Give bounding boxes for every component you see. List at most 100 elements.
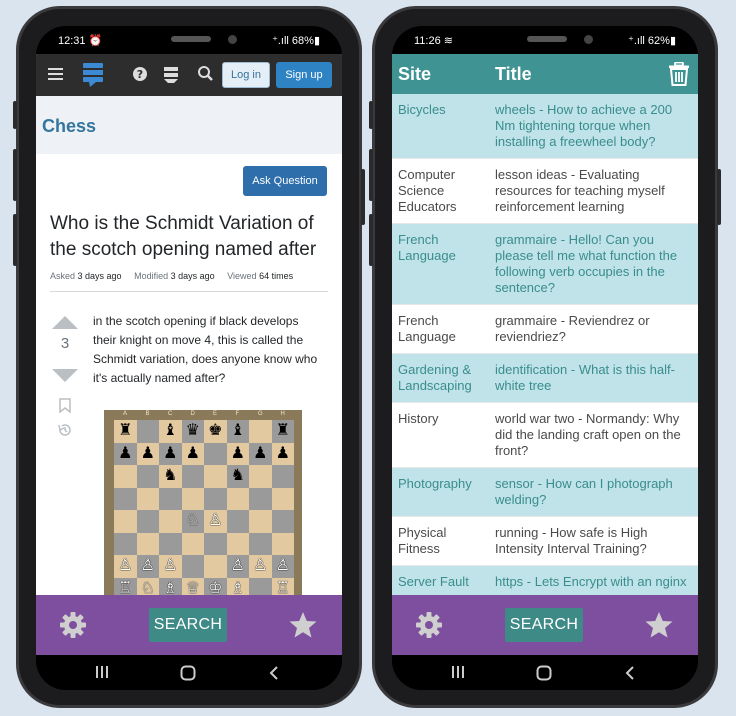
row-site: Physical Fitness — [398, 525, 447, 556]
white-piece: ♙ — [163, 557, 178, 574]
board-square — [204, 487, 227, 510]
board-square — [114, 510, 137, 533]
gear-icon[interactable] — [58, 610, 88, 645]
black-piece: ♚ — [208, 422, 223, 439]
board-square: ♗ — [159, 577, 182, 596]
table-row[interactable]: History world war two - Normandy: Why did… — [392, 403, 698, 468]
table-row[interactable]: Physical Fitness running - How safe is Hi… — [392, 517, 698, 566]
board-square: ♟ — [181, 442, 204, 465]
white-piece: ♖ — [118, 579, 133, 596]
white-piece: ♗ — [163, 579, 178, 596]
phone-power-button — [361, 169, 365, 225]
ask-question-button[interactable]: Ask Question — [243, 166, 327, 196]
board-square — [114, 465, 137, 488]
black-piece: ♝ — [163, 422, 178, 439]
row-site: Photography — [398, 476, 472, 491]
table-row[interactable]: Server Fault https - Lets Encrypt with an… — [392, 566, 698, 595]
board-square — [204, 465, 227, 488]
modified-label: Modified — [134, 271, 169, 281]
help-icon[interactable]: ? — [133, 65, 149, 88]
gear-icon[interactable] — [414, 610, 444, 645]
board-square — [249, 577, 272, 595]
board-square: ♞ — [159, 465, 182, 488]
white-piece: ♙ — [208, 512, 223, 529]
black-piece: ♟ — [140, 444, 155, 462]
viewed-value: 64 times — [259, 271, 294, 281]
search-icon[interactable] — [197, 65, 214, 88]
phone-volume-button — [369, 214, 373, 266]
search-button[interactable]: SEARCH — [149, 608, 227, 642]
column-header-site[interactable]: Site — [398, 64, 431, 85]
white-piece: ♘ — [140, 579, 155, 596]
table-row[interactable]: Gardening & Landscaping identification - … — [392, 354, 698, 403]
board-square: ♗ — [226, 577, 249, 596]
front-camera — [584, 35, 593, 44]
file-label: G — [258, 411, 263, 417]
recent-apps-icon[interactable] — [94, 665, 110, 684]
board-square — [271, 510, 294, 533]
table-row[interactable]: French Language grammaire - Reviendrez or… — [392, 305, 698, 354]
board-square: ♙ — [159, 555, 182, 578]
board-square — [181, 465, 204, 488]
upvote-arrow-icon[interactable] — [52, 316, 78, 329]
question-meta: Asked 3 days ago Modified 3 days ago Vie… — [50, 271, 303, 281]
board-square: ♙ — [204, 510, 227, 533]
board-square: ♙ — [114, 555, 137, 578]
board-square — [159, 510, 182, 533]
downvote-arrow-icon[interactable] — [52, 369, 78, 382]
star-icon[interactable] — [288, 610, 318, 645]
board-square: ♙ — [249, 555, 272, 578]
row-site: Bicycles — [398, 102, 446, 117]
home-icon[interactable] — [536, 665, 552, 686]
board-square — [181, 532, 204, 555]
stack-exchange-logo-icon[interactable] — [82, 62, 104, 93]
row-title: running - How safe is High Intensity Int… — [495, 525, 648, 556]
bottom-action-bar: SEARCH — [36, 595, 342, 655]
inbox-icon[interactable] — [164, 65, 180, 88]
search-button[interactable]: SEARCH — [505, 608, 583, 642]
table-header: Site Title — [392, 54, 698, 94]
black-piece: ♟ — [118, 444, 133, 462]
board-square — [226, 487, 249, 510]
table-row[interactable]: French Language grammaire - Hello! Can yo… — [392, 224, 698, 305]
phone-side-button — [369, 101, 373, 129]
back-icon[interactable] — [624, 665, 636, 686]
signup-button[interactable]: Sign up — [276, 62, 332, 88]
back-icon[interactable] — [268, 665, 280, 686]
column-header-title[interactable]: Title — [495, 64, 532, 85]
board-square: ♛ — [181, 420, 204, 443]
row-site: French Language — [398, 313, 456, 344]
board-square: ♟ — [249, 442, 272, 465]
status-time: 12:31 ⏰ — [58, 35, 103, 47]
site-name-link[interactable]: Chess — [42, 116, 96, 137]
bookmark-icon[interactable] — [59, 398, 71, 418]
board-square — [249, 420, 272, 443]
phone-side-button — [13, 101, 17, 129]
history-icon[interactable] — [57, 422, 73, 443]
front-camera — [228, 35, 237, 44]
board-square — [249, 532, 272, 555]
trash-icon[interactable] — [668, 61, 690, 91]
board-square: ♕ — [181, 577, 204, 595]
hamburger-menu-icon[interactable] — [48, 65, 64, 88]
chessboard-image: A B C D E F G H ♜ ♝ ♛ ♚ ♝ ♜ ♟ ♟ ♟ ♟ ♟ ♟ ♟ ♞ ♞ ♘ ♙ ♙ ♙ ♙ ♙ ♙ ♙ ♖ ♘ ♗ ♕ ♔ ♗ ♖ — [104, 410, 302, 595]
board-square — [204, 532, 227, 555]
star-icon[interactable] — [644, 610, 674, 645]
table-row[interactable]: Bicycles wheels - How to achieve a 200 Nm… — [392, 94, 698, 159]
black-piece: ♞ — [230, 467, 245, 484]
row-title: https - Lets Encrypt with an nginx rever… — [495, 574, 687, 595]
login-button[interactable]: Log in — [222, 62, 270, 88]
recent-apps-icon[interactable] — [450, 665, 466, 684]
home-icon[interactable] — [180, 665, 196, 686]
table-row[interactable]: Photography sensor - How can I photograph… — [392, 468, 698, 517]
board-square — [226, 532, 249, 555]
board-square — [136, 487, 159, 510]
row-title: world war two - Normandy: Why did the la… — [495, 411, 681, 458]
row-title: identification - What is this half-white… — [495, 362, 675, 393]
white-piece: ♗ — [230, 579, 245, 596]
asked-label: Asked — [50, 271, 76, 281]
svg-text:?: ? — [137, 68, 143, 81]
question-title[interactable]: Who is the Schmidt Variation of the scot… — [50, 211, 330, 263]
file-label: C — [168, 411, 173, 417]
table-row[interactable]: Computer Science Educators lesson ideas -… — [392, 159, 698, 224]
